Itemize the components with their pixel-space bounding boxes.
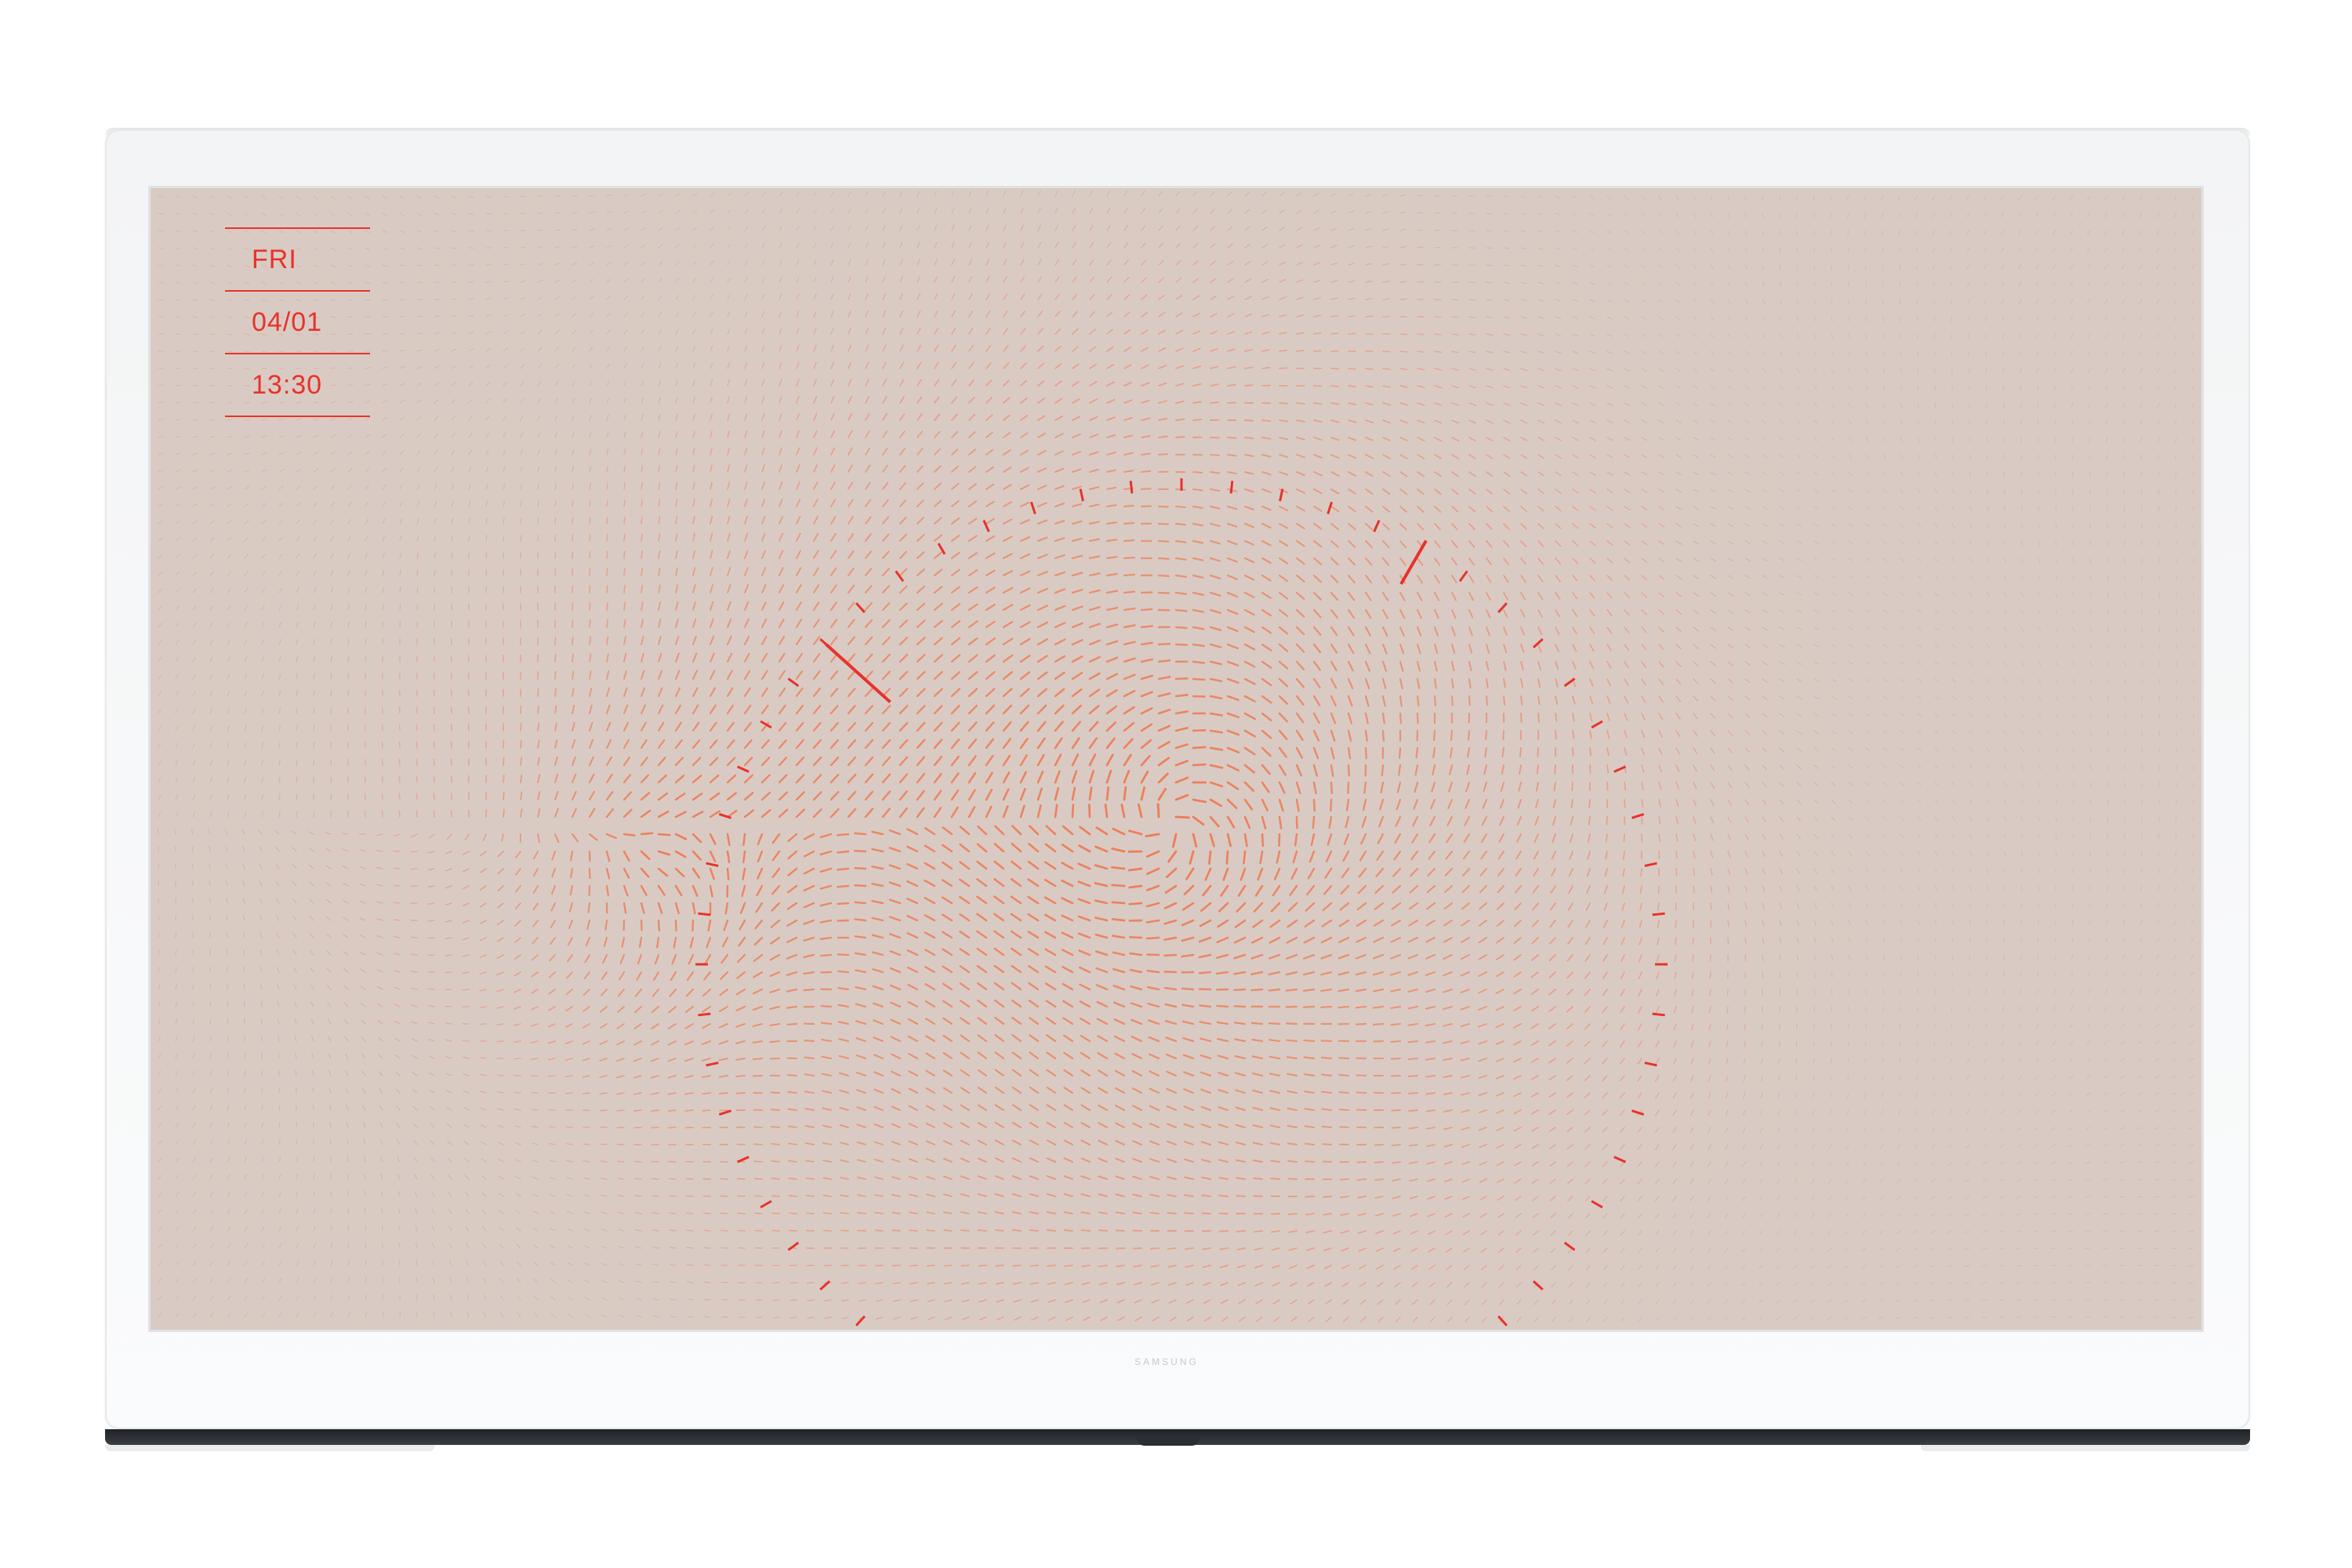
ambient-art-canvas <box>157 190 2194 1327</box>
clock-tick <box>1613 765 1627 773</box>
stand-foot-left <box>105 1445 434 1451</box>
clock-tick <box>1497 1315 1508 1327</box>
time-label: 13:30 <box>225 353 370 417</box>
clock-tick <box>1613 1156 1627 1163</box>
clock-tick <box>1279 488 1284 502</box>
date-label: 04/01 <box>225 290 370 353</box>
clock-tick <box>1532 638 1544 648</box>
clock-tick <box>1129 481 1134 494</box>
clock-tick <box>1644 862 1657 867</box>
clock-tick <box>1497 602 1508 614</box>
samsung-logo: SAMSUNG <box>1134 1356 1199 1367</box>
ambient-info-panel: FRI 04/01 13:30 <box>225 227 370 417</box>
clock-tick <box>1563 1241 1576 1251</box>
clock-tick <box>706 1062 719 1067</box>
clock-tick <box>698 912 711 916</box>
ir-sensor <box>1137 1436 1200 1446</box>
clock-tick <box>706 862 719 867</box>
day-label: FRI <box>225 227 370 290</box>
clock-tick <box>855 602 866 614</box>
clock-tick <box>760 1200 772 1209</box>
clock-tick <box>698 1012 711 1017</box>
clock-tick <box>1652 1012 1665 1017</box>
clock-tick <box>718 1109 732 1116</box>
clock-tick <box>819 1280 831 1290</box>
stand-foot-right <box>1921 1445 2250 1451</box>
clock-tick <box>787 1241 800 1251</box>
clock-tick <box>1029 501 1036 515</box>
flow-field-pattern <box>157 190 2194 1323</box>
clock-tick <box>1644 1062 1657 1067</box>
clock-tick <box>1458 570 1468 583</box>
clock-tick <box>1631 1109 1645 1116</box>
clock-tick <box>855 1315 866 1327</box>
clock-tick <box>1327 501 1334 515</box>
clock-tick <box>1591 720 1603 729</box>
clock-tick <box>1591 1200 1603 1209</box>
clock-tick <box>1652 912 1665 916</box>
clock-tick <box>1229 481 1234 494</box>
clock-tick <box>736 765 750 773</box>
tv-screen: FRI 04/01 13:30 <box>151 188 2201 1330</box>
clock-tick <box>1373 519 1381 532</box>
clock-tick <box>1079 488 1084 502</box>
